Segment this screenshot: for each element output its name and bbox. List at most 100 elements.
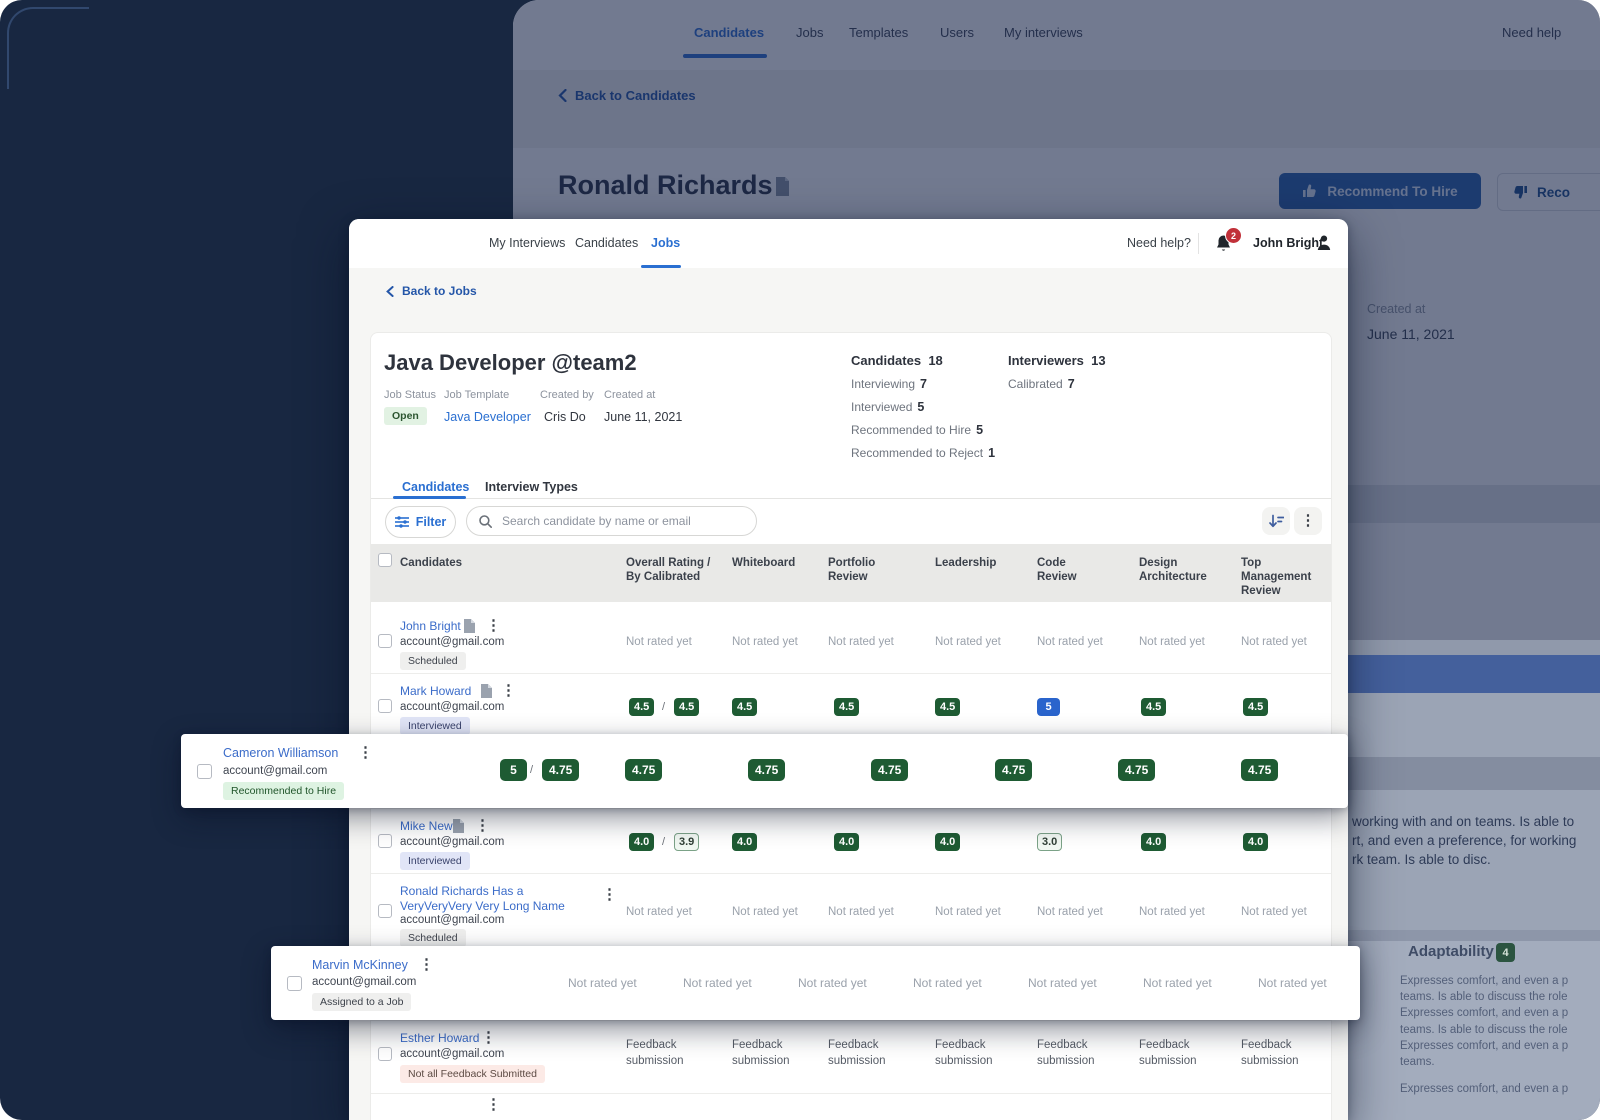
rating-badge: 4.0 [732,833,757,851]
rating-cell: Not rated yet [1139,906,1205,918]
rating-cell: Not rated yet [732,906,798,918]
interviewers-stats: Interviewers 13 Calibrated7 [1008,353,1106,391]
candidate-name-link[interactable]: Mark Howard [400,684,471,698]
created-at-label: Created at [604,389,655,401]
row-checkbox[interactable] [378,1047,392,1061]
row-menu-kebab-icon[interactable]: ⋮ [358,746,373,760]
job-status-open-pill: Open [384,407,427,425]
job-template-link[interactable]: Java Developer [444,410,531,424]
candidate-name-link[interactable]: Ronald Richards Has a VeryVeryVery Very … [400,884,596,914]
adaptability-body: Expresses comfort, and even a p teams. I… [1400,973,1568,1070]
row-menu-kebab-icon[interactable]: ⋮ [481,1031,496,1045]
status-badge: Interviewed [400,717,470,735]
row-menu-kebab-icon[interactable]: ⋮ [475,819,490,833]
col-code-review: CodeReview [1037,556,1077,584]
rating-badge: 4.75 [1241,759,1278,781]
adaptability-score-badge: 4 [1496,943,1515,962]
candidate-email: account@gmail.com [400,914,504,926]
rating-badge: 4.5 [629,698,654,716]
rating-cell: Not rated yet [1028,976,1097,990]
search-icon [479,515,492,528]
rating-badge: 4.0 [1141,833,1166,851]
status-badge: Assigned to a Job [312,993,411,1011]
rating-slash: / [662,836,665,848]
row-menu-kebab-icon[interactable]: ⋮ [486,1098,501,1112]
rating-cell: Not rated yet [1143,976,1212,990]
tab-interview-types[interactable]: Interview Types [485,480,578,494]
bg-side-panel: working with and on teams. Is able to rt… [1348,640,1600,1120]
back-to-jobs-link[interactable]: Back to Jobs [386,284,477,298]
rating-badge: 5 [500,759,527,781]
tab-active-underline [393,496,466,499]
user-name[interactable]: John Bright [1253,236,1323,250]
rating-badge: 4.75 [748,759,785,781]
table-row[interactable]: Mike New ⋮ account@gmail.com Interviewed… [371,809,1331,874]
back-to-jobs-label: Back to Jobs [402,284,477,298]
modal-nav-jobs[interactable]: Jobs [651,236,680,250]
tabs-border [371,498,1331,499]
adaptability-more: Expresses comfort, and even a p [1400,1081,1568,1097]
rating-badge: 4.5 [834,698,859,716]
row-menu-kebab-icon[interactable]: ⋮ [419,958,434,972]
user-avatar-icon[interactable] [1316,234,1332,251]
rating-cell: Not rated yet [828,906,894,918]
created-at-value: June 11, 2021 [604,410,682,424]
rating-cell: Feedbacksubmission [732,1037,790,1069]
table-row[interactable]: Mark Howard ⋮ account@gmail.com Intervie… [371,674,1331,739]
candidate-name-link[interactable]: Mike New [400,819,453,833]
col-overall-rating: Overall Rating /By Calibrated [626,556,710,584]
rating-cell: Not rated yet [1037,636,1103,648]
search-input[interactable] [500,513,744,529]
tab-candidates[interactable]: Candidates [402,480,469,494]
document-icon[interactable] [453,819,464,833]
candidate-name-link[interactable]: Marvin McKinney [312,958,408,972]
row-menu-kebab-icon[interactable]: ⋮ [486,619,501,633]
job-title: Java Developer @team2 [384,350,637,376]
rating-cell: Not rated yet [1241,906,1307,918]
table-row[interactable]: ⋮ [371,1094,1331,1120]
row-checkbox[interactable] [287,976,302,991]
status-badge: Not all Feedback Submitted [400,1065,545,1083]
modal-nav-candidates[interactable]: Candidates [575,236,638,250]
job-template-label: Job Template [444,389,509,401]
candidates-stats: Candidates 18 Interviewing7 Interviewed5… [851,353,995,460]
rating-cell: Not rated yet [1139,636,1205,648]
side-panel-paragraph: working with and on teams. Is able to rt… [1352,812,1576,869]
rating-badge: 4.5 [1141,698,1166,716]
dragged-row-marvin[interactable]: Marvin McKinney ⋮ account@gmail.com Assi… [271,946,1360,1020]
row-checkbox[interactable] [378,834,392,848]
candidate-name-link[interactable]: Cameron Williamson [223,746,338,760]
rating-cell: Not rated yet [1037,906,1103,918]
candidate-name-link[interactable]: Esther Howard [400,1031,479,1045]
need-help-link[interactable]: Need help? [1127,236,1191,250]
row-checkbox[interactable] [378,904,392,918]
row-menu-kebab-icon[interactable]: ⋮ [501,684,516,698]
job-status-label: Job Status [384,389,436,401]
adaptability-title: Adaptability [1408,943,1494,960]
notification-badge: 2 [1225,227,1242,244]
col-candidates: Candidates [400,556,462,570]
select-all-checkbox[interactable] [378,553,392,567]
rating-slash: / [662,701,665,713]
filter-icon [395,516,409,528]
table-row[interactable]: Esther Howard ⋮ account@gmail.com Not al… [371,1021,1331,1094]
rating-badge: 4.75 [995,759,1032,781]
rating-badge: 4.0 [1243,833,1268,851]
row-menu-kebab-icon[interactable]: ⋮ [602,888,617,902]
row-checkbox[interactable] [197,764,212,779]
rating-badge: 4.75 [625,759,662,781]
rating-badge-outline: 3.0 [1037,833,1062,851]
table-row[interactable]: John Bright ⋮ account@gmail.com Schedule… [371,609,1331,674]
row-checkbox[interactable] [378,699,392,713]
candidate-name-link[interactable]: John Bright [400,619,461,633]
table-options-button[interactable]: ⋮ [1294,507,1322,535]
row-checkbox[interactable] [378,634,392,648]
filter-button[interactable]: Filter [385,506,456,538]
table-row[interactable]: Ronald Richards Has a VeryVeryVery Very … [371,874,1331,947]
document-icon[interactable] [481,684,492,698]
dragged-row-cameron[interactable]: Cameron Williamson ⋮ account@gmail.com R… [181,734,1348,808]
document-icon[interactable] [464,619,475,633]
sort-button[interactable] [1262,507,1290,535]
modal-nav-my-interviews[interactable]: My Interviews [489,236,565,250]
rating-cell: Feedbacksubmission [935,1037,993,1069]
